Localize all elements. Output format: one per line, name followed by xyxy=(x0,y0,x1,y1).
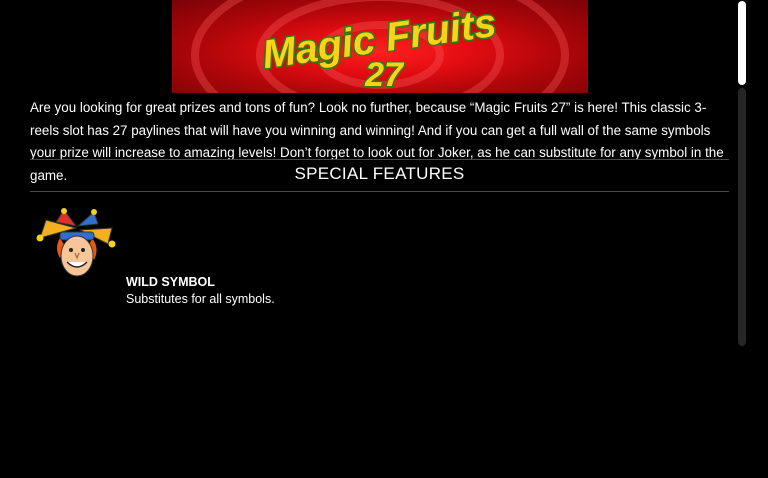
magic-fruits-logo: Magic Fruits 27 xyxy=(191,0,569,93)
game-logo-banner: Magic Fruits 27 xyxy=(172,0,588,93)
feature-description-wild-symbol: Substitutes for all symbols. xyxy=(126,292,275,306)
divider-top xyxy=(30,159,729,160)
section-title-special-features: SPECIAL FEATURES xyxy=(294,164,465,183)
scrollbar-track-lower[interactable] xyxy=(738,88,746,346)
game-info-page: Magic Fruits 27 Are you looking for grea… xyxy=(0,0,768,478)
divider-bottom xyxy=(30,191,729,192)
feature-name-wild-symbol: WILD SYMBOL xyxy=(126,275,215,289)
logo-text-line2: 27 xyxy=(364,56,405,93)
joker-icon xyxy=(36,208,118,280)
scrollbar-thumb[interactable] xyxy=(738,1,746,85)
